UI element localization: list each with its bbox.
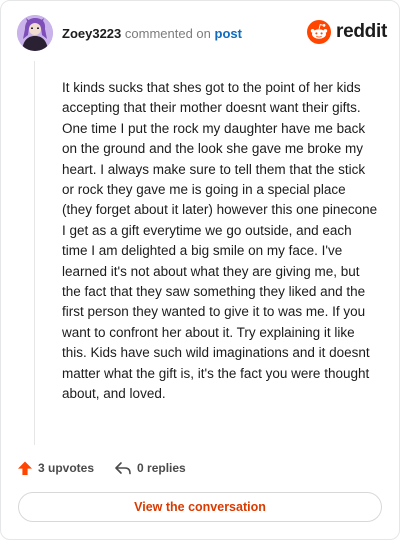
reddit-wordmark: reddit (336, 21, 387, 42)
replies-label: 0 replies (137, 461, 186, 475)
post-link[interactable]: post (215, 26, 242, 41)
comment-meta: Zoey3223 commented on post (62, 26, 242, 41)
comment-card: Zoey3223 commented on post reddit It kin… (0, 0, 400, 540)
thread-line (34, 61, 35, 445)
upvote-arrow-icon (18, 461, 32, 475)
reddit-brand[interactable]: reddit (307, 19, 387, 45)
username[interactable]: Zoey3223 (62, 26, 121, 41)
reddit-logo-icon (307, 20, 332, 44)
view-conversation-button[interactable]: View the conversation (18, 492, 382, 522)
comment-actions: 3 upvotes 0 replies (17, 458, 186, 478)
upvote-count[interactable]: 3 upvotes (17, 460, 94, 476)
avatar[interactable] (17, 15, 53, 51)
reply-arrow-icon (115, 462, 131, 475)
comment-header: Zoey3223 commented on post reddit (17, 15, 387, 51)
commented-on-text: commented on (124, 26, 211, 41)
reply-count[interactable]: 0 replies (114, 460, 186, 476)
upvotes-label: 3 upvotes (38, 461, 95, 475)
avatar-image (17, 15, 53, 51)
comment-body: It kinds sucks that shes got to the poin… (62, 80, 378, 402)
